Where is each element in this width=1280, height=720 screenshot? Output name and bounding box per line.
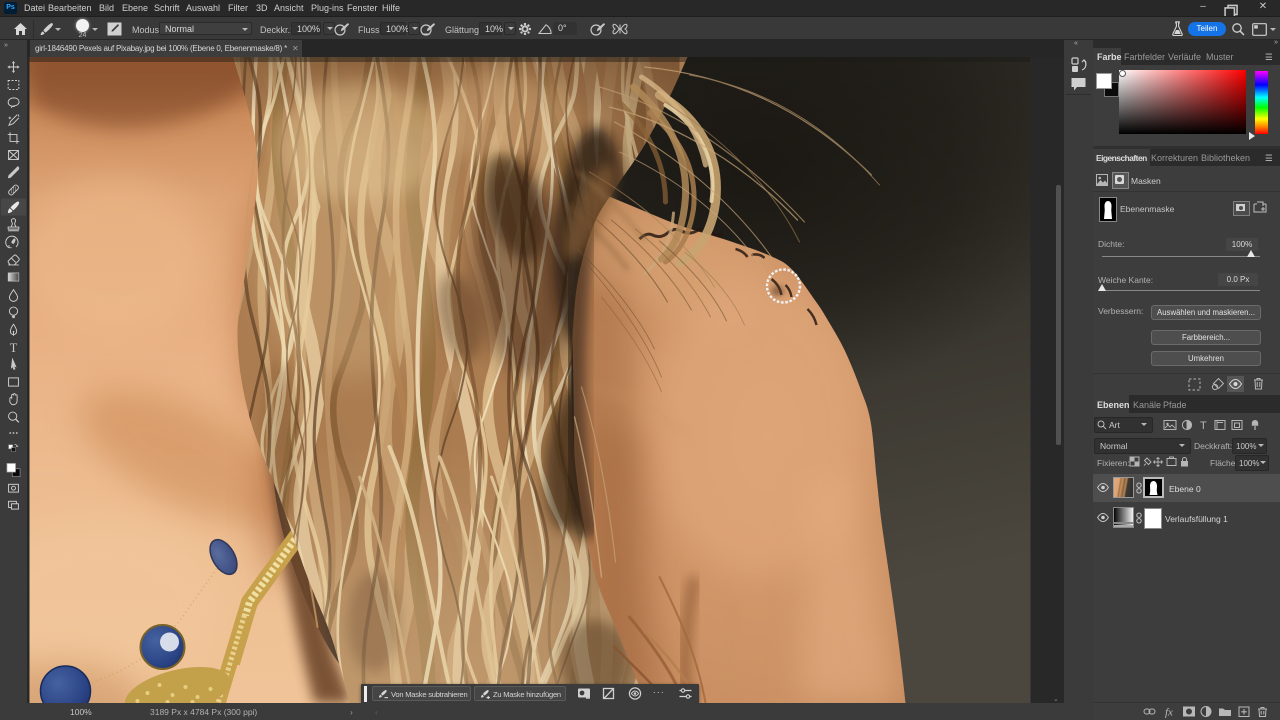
svg-text:fx: fx (1165, 707, 1173, 719)
svg-text:T: T (10, 341, 18, 355)
svg-text:T: T (1200, 420, 1207, 431)
